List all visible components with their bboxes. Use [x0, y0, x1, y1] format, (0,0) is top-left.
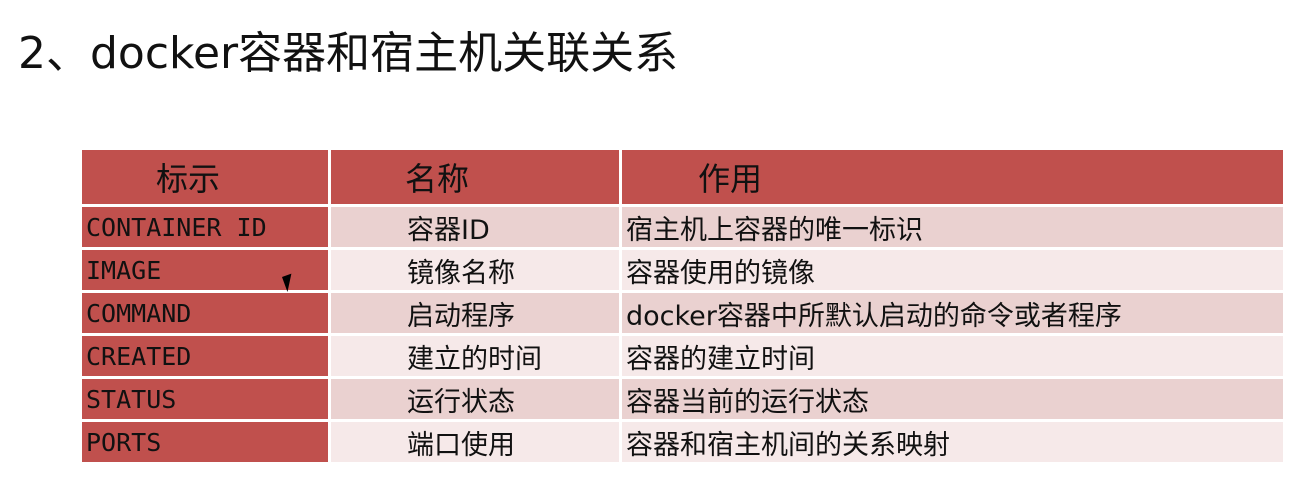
table-row: PORTS 端口使用 容器和宿主机间的关系映射 — [79, 419, 1286, 465]
row-description: 容器和宿主机间的关系映射 — [619, 419, 1286, 465]
table-row: IMAGE 镜像名称 容器使用的镜像 — [79, 247, 1286, 293]
table-row: CONTAINER ID 容器ID 宿主机上容器的唯一标识 — [79, 204, 1286, 250]
header-name: 名称 — [328, 150, 622, 207]
row-key: STATUS — [79, 376, 331, 422]
table-row: CREATED 建立的时间 容器的建立时间 — [79, 333, 1286, 379]
row-description: 容器当前的运行状态 — [619, 376, 1286, 422]
row-name: 启动程序 — [328, 290, 622, 336]
header-identifier: 标示 — [79, 150, 331, 207]
row-name: 镜像名称 — [328, 247, 622, 293]
row-name: 运行状态 — [328, 376, 622, 422]
row-name: 建立的时间 — [328, 333, 622, 379]
page-title: 2、docker容器和宿主机关联关系 — [18, 28, 679, 79]
table-row: STATUS 运行状态 容器当前的运行状态 — [79, 376, 1286, 422]
row-key: COMMAND — [79, 290, 331, 336]
row-description: 宿主机上容器的唯一标识 — [619, 204, 1286, 250]
table-row: COMMAND 启动程序 docker容器中所默认启动的命令或者程序 — [79, 290, 1286, 336]
row-description: 容器使用的镜像 — [619, 247, 1286, 293]
row-key: PORTS — [79, 419, 331, 465]
row-key: CONTAINER ID — [79, 204, 331, 250]
row-name: 容器ID — [328, 204, 622, 250]
row-key: CREATED — [79, 333, 331, 379]
row-description: docker容器中所默认启动的命令或者程序 — [619, 290, 1286, 336]
row-description: 容器的建立时间 — [619, 333, 1286, 379]
docker-info-table: 标示 名称 作用 CONTAINER ID 容器ID 宿主机上容器的唯一标识 I… — [79, 150, 1286, 465]
row-name: 端口使用 — [328, 419, 622, 465]
table-header-row: 标示 名称 作用 — [79, 150, 1286, 207]
header-purpose: 作用 — [619, 150, 1286, 207]
